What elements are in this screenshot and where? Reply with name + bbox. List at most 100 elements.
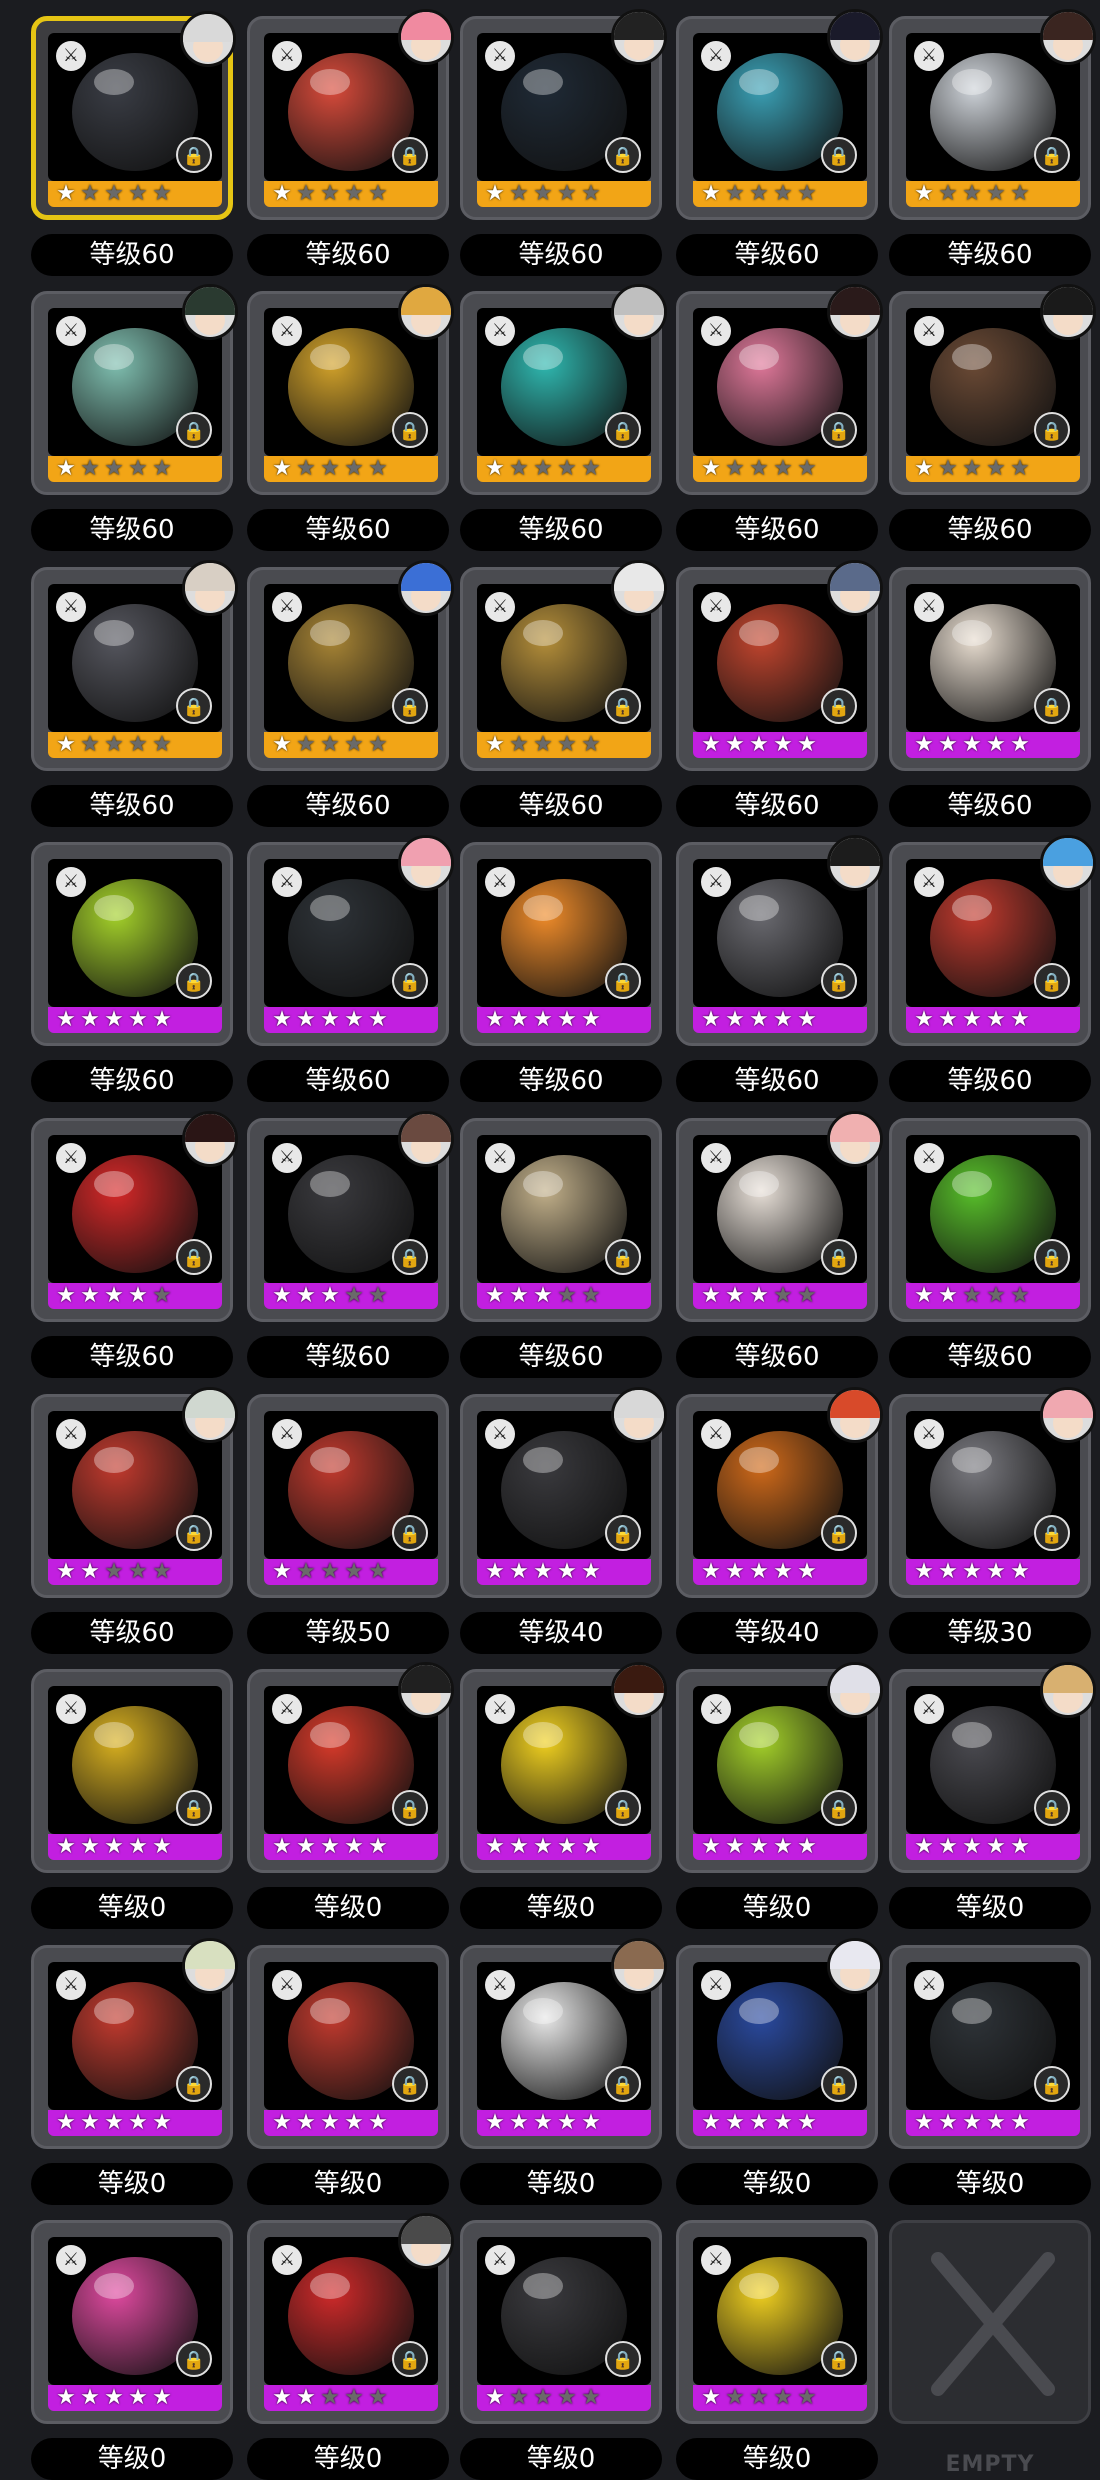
bangboo-card[interactable]: ⚔ 🔒 ★ ★ ★ ★ ★ <box>676 2220 878 2424</box>
lock-icon[interactable]: 🔒 <box>392 1515 428 1551</box>
lock-icon[interactable]: 🔒 <box>605 2341 641 2377</box>
bangboo-card[interactable]: ⚔ 🔒 ★ ★ ★ ★ ★ <box>31 560 238 771</box>
bangboo-card[interactable]: ⚔ 🔒 ★ ★ ★ ★ ★ <box>31 284 238 495</box>
lock-icon[interactable]: 🔒 <box>1034 2066 1070 2102</box>
lock-icon[interactable]: 🔒 <box>176 137 212 173</box>
bangboo-card[interactable]: ⚔ 🔒 ★ ★ ★ ★ ★ <box>460 1118 662 1322</box>
bangboo-card[interactable]: ⚔ 🔒 ★ ★ ★ ★ ★ <box>889 284 1096 495</box>
lock-icon[interactable]: 🔒 <box>821 1790 857 1826</box>
bangboo-card[interactable]: ⚔ 🔒 ★ ★ ★ ★ ★ <box>247 9 454 220</box>
lock-icon[interactable]: 🔒 <box>821 688 857 724</box>
bangboo-card[interactable]: ⚔ 🔒 ★ ★ ★ ★ ★ <box>676 1662 883 1873</box>
bangboo-card[interactable]: ⚔ 🔒 ★ ★ ★ ★ ★ <box>676 1111 883 1322</box>
lock-icon[interactable]: 🔒 <box>1034 1790 1070 1826</box>
star-icon: ★ <box>104 456 124 481</box>
star-icon: ★ <box>773 2110 793 2135</box>
bangboo-card[interactable]: ⚔ 🔒 ★ ★ ★ ★ ★ <box>889 1662 1096 1873</box>
bangboo-card[interactable]: ⚔ 🔒 ★ ★ ★ ★ ★ <box>31 11 236 220</box>
lock-icon[interactable]: 🔒 <box>176 963 212 999</box>
bangboo-card[interactable]: ⚔ 🔒 ★ ★ ★ ★ ★ <box>889 9 1096 220</box>
empty-card[interactable] <box>889 2220 1091 2424</box>
star-icon: ★ <box>56 2385 76 2410</box>
lock-icon[interactable]: 🔒 <box>392 2341 428 2377</box>
lock-icon[interactable]: 🔒 <box>392 1239 428 1275</box>
bangboo-card[interactable]: ⚔ 🔒 ★ ★ ★ ★ ★ <box>31 842 233 1046</box>
lock-icon[interactable]: 🔒 <box>1034 137 1070 173</box>
bangboo-card[interactable]: ⚔ 🔒 ★ ★ ★ ★ ★ <box>247 835 454 1046</box>
bangboo-card[interactable]: ⚔ 🔒 ★ ★ ★ ★ ★ <box>247 2213 454 2424</box>
bangboo-card[interactable]: ⚔ 🔒 ★ ★ ★ ★ ★ <box>460 560 667 771</box>
lock-icon[interactable]: 🔒 <box>821 412 857 448</box>
star-icon: ★ <box>320 456 340 481</box>
lock-icon[interactable]: 🔒 <box>1034 412 1070 448</box>
lock-icon[interactable]: 🔒 <box>605 1239 641 1275</box>
bangboo-card[interactable]: ⚔ 🔒 ★ ★ ★ ★ ★ <box>247 284 454 495</box>
lock-icon[interactable]: 🔒 <box>176 1239 212 1275</box>
lock-icon[interactable]: 🔒 <box>392 963 428 999</box>
bangboo-card[interactable]: ⚔ 🔒 ★ ★ ★ ★ ★ <box>676 1938 883 2149</box>
lock-icon[interactable]: 🔒 <box>821 963 857 999</box>
star-icon: ★ <box>485 2385 505 2410</box>
lock-icon[interactable]: 🔒 <box>821 1239 857 1275</box>
star-icon: ★ <box>368 1834 388 1859</box>
bangboo-card[interactable]: ⚔ 🔒 ★ ★ ★ ★ ★ <box>31 1111 238 1322</box>
lock-icon[interactable]: 🔒 <box>392 2066 428 2102</box>
bangboo-card[interactable]: ⚔ 🔒 ★ ★ ★ ★ ★ <box>460 842 662 1046</box>
lock-icon[interactable]: 🔒 <box>1034 1239 1070 1275</box>
bangboo-card[interactable]: ⚔ 🔒 ★ ★ ★ ★ ★ <box>889 1118 1091 1322</box>
bangboo-card[interactable]: ⚔ 🔒 ★ ★ ★ ★ ★ <box>31 1938 238 2149</box>
lock-icon[interactable]: 🔒 <box>605 1515 641 1551</box>
lock-icon[interactable]: 🔒 <box>605 1790 641 1826</box>
lock-icon[interactable]: 🔒 <box>176 1515 212 1551</box>
lock-icon[interactable]: 🔒 <box>821 2341 857 2377</box>
bangboo-card[interactable]: ⚔ 🔒 ★ ★ ★ ★ ★ <box>460 1938 667 2149</box>
lock-icon[interactable]: 🔒 <box>392 137 428 173</box>
lock-icon[interactable]: 🔒 <box>1034 1515 1070 1551</box>
bangboo-card[interactable]: ⚔ 🔒 ★ ★ ★ ★ ★ <box>676 9 883 220</box>
lock-icon[interactable]: 🔒 <box>392 1790 428 1826</box>
bangboo-card[interactable]: ⚔ 🔒 ★ ★ ★ ★ ★ <box>247 1111 454 1322</box>
lock-icon[interactable]: 🔒 <box>605 688 641 724</box>
bangboo-card[interactable]: ⚔ 🔒 ★ ★ ★ ★ ★ <box>31 2220 233 2424</box>
bangboo-card[interactable]: ⚔ 🔒 ★ ★ ★ ★ ★ <box>460 1662 667 1873</box>
lock-icon[interactable]: 🔒 <box>1034 688 1070 724</box>
lock-icon[interactable]: 🔒 <box>605 137 641 173</box>
bangboo-card[interactable]: ⚔ 🔒 ★ ★ ★ ★ ★ <box>889 1387 1096 1598</box>
bangboo-card[interactable]: ⚔ 🔒 ★ ★ ★ ★ ★ <box>31 1669 233 1873</box>
lock-icon[interactable]: 🔒 <box>605 963 641 999</box>
lock-icon[interactable]: 🔒 <box>176 1790 212 1826</box>
lock-icon[interactable]: 🔒 <box>176 2066 212 2102</box>
lock-icon[interactable]: 🔒 <box>821 137 857 173</box>
lock-icon[interactable]: 🔒 <box>605 2066 641 2102</box>
bangboo-card[interactable]: ⚔ 🔒 ★ ★ ★ ★ ★ <box>460 284 667 495</box>
lock-icon[interactable]: 🔒 <box>1034 963 1070 999</box>
star-icon: ★ <box>1010 456 1030 481</box>
star-icon: ★ <box>797 732 817 757</box>
lock-icon[interactable]: 🔒 <box>176 688 212 724</box>
attack-type-icon: ⚔ <box>701 2245 731 2275</box>
bangboo-card[interactable]: ⚔ 🔒 ★ ★ ★ ★ ★ <box>31 1387 238 1598</box>
lock-icon[interactable]: 🔒 <box>821 1515 857 1551</box>
lock-icon[interactable]: 🔒 <box>821 2066 857 2102</box>
bangboo-card[interactable]: ⚔ 🔒 ★ ★ ★ ★ ★ <box>247 560 454 771</box>
bangboo-card[interactable]: ⚔ 🔒 ★ ★ ★ ★ ★ <box>676 1387 883 1598</box>
bangboo-card[interactable]: ⚔ 🔒 ★ ★ ★ ★ ★ <box>460 9 667 220</box>
bangboo-card[interactable]: ⚔ 🔒 ★ ★ ★ ★ ★ <box>460 2220 662 2424</box>
bangboo-card[interactable]: ⚔ 🔒 ★ ★ ★ ★ ★ <box>460 1387 667 1598</box>
bangboo-card[interactable]: ⚔ 🔒 ★ ★ ★ ★ ★ <box>247 1394 449 1598</box>
bangboo-card[interactable]: ⚔ 🔒 ★ ★ ★ ★ ★ <box>247 1945 449 2149</box>
bangboo-card[interactable]: ⚔ 🔒 ★ ★ ★ ★ ★ <box>676 284 883 495</box>
lock-icon[interactable]: 🔒 <box>392 412 428 448</box>
bangboo-card[interactable]: ⚔ 🔒 ★ ★ ★ ★ ★ <box>247 1662 454 1873</box>
bangboo-card[interactable]: ⚔ 🔒 ★ ★ ★ ★ ★ <box>889 1945 1091 2149</box>
bangboo-card[interactable]: ⚔ 🔒 ★ ★ ★ ★ ★ <box>676 560 883 771</box>
bangboo-card[interactable]: ⚔ 🔒 ★ ★ ★ ★ ★ <box>676 835 883 1046</box>
lock-icon[interactable]: 🔒 <box>176 2341 212 2377</box>
lock-icon[interactable]: 🔒 <box>176 412 212 448</box>
star-icon: ★ <box>1010 1559 1030 1584</box>
agent-hair <box>1043 12 1093 40</box>
lock-icon[interactable]: 🔒 <box>605 412 641 448</box>
lock-icon[interactable]: 🔒 <box>392 688 428 724</box>
bangboo-card[interactable]: ⚔ 🔒 ★ ★ ★ ★ ★ <box>889 835 1096 1046</box>
bangboo-card[interactable]: ⚔ 🔒 ★ ★ ★ ★ ★ <box>889 567 1091 771</box>
